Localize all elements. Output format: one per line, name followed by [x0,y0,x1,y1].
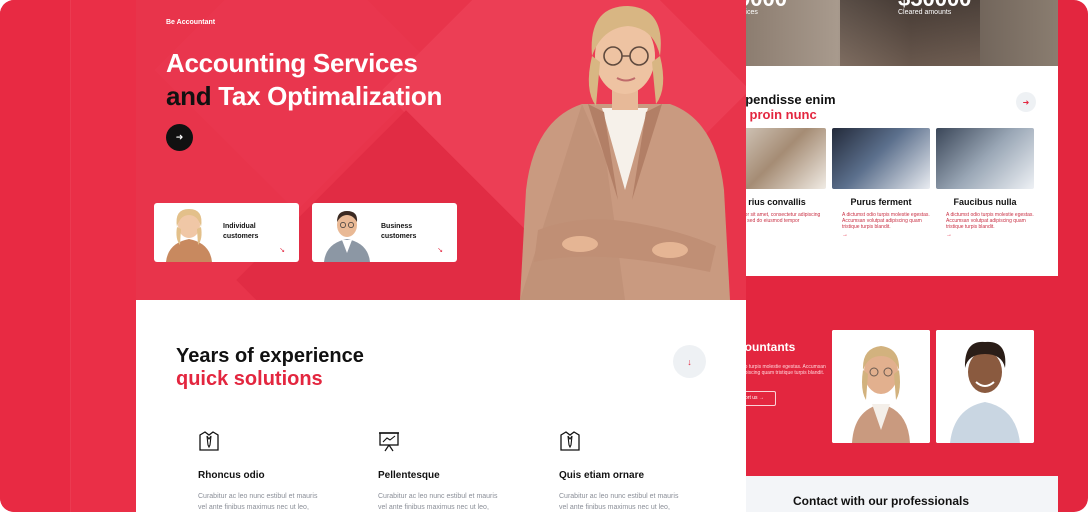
feature-description: Curabitur ac leo nunc estibul et mauris … [378,493,498,511]
feature-item: Pellentesque Curabitur ac leo nunc estib… [378,430,538,512]
accountant-photo [936,330,1034,443]
section-title-accent: d proin nunc [738,107,817,122]
customer-label: Business customers [381,223,417,240]
arrow-down-right-icon: ↘ [437,247,443,254]
accountant-card[interactable] [936,330,1034,443]
feature-description: Curabitur ac leo nunc estibul et mauris … [198,493,318,511]
feature-item: Rhoncus odio Curabitur ac leo nunc estib… [198,430,358,512]
main-page-preview: Be Accountant Accounting Services and Ta… [136,0,746,512]
arrow-right-icon[interactable]: → [936,232,1034,238]
arrow-right-icon[interactable]: → [832,232,930,238]
accountant-card[interactable] [832,330,930,443]
presentation-chart-icon [379,432,399,452]
customer-card-business[interactable]: Business customers ↘ [312,203,457,262]
service-image [832,128,930,189]
experience-heading: Years of experience quick solutions [176,345,364,391]
service-description: A dictumst odio turpis molestie egestas.… [946,212,1034,230]
customer-label: Individual customers [223,223,259,240]
accountant-photo [832,330,930,443]
section-title-text: spendisse enim [738,92,836,107]
customer-card-individual[interactable]: Individual customers ↘ [154,203,299,262]
experience-title: Years of experience [176,345,364,367]
arrow-down-icon: ↓ [687,356,692,367]
shirt-tie-icon [199,431,219,451]
background-stripe [70,0,136,512]
feature-title: Rhoncus odio [198,470,265,481]
headline-line2: Tax Optimalization [211,81,443,111]
stat-cleared-amounts: $50000 Cleared amounts [898,0,971,16]
service-title: Faucibus nulla [953,197,1017,207]
arrow-down-right-icon: ↘ [279,247,285,254]
feature-title: Pellentesque [378,470,440,481]
feature-item: Quis etiam ornare Curabitur ac leo nunc … [559,430,719,512]
service-description: A dictumst odio turpis molestie egestas.… [842,212,930,230]
customer-portrait [318,203,376,262]
arrow-right-icon: ➜ [1022,97,1030,107]
background-stripe [0,0,70,512]
shirt-tie-icon [560,431,580,451]
service-card[interactable]: Faucibus nulla A dictumst odio turpis mo… [936,128,1034,238]
stat-number: $50000 [898,0,971,10]
arrow-right-icon: ➜ [175,132,184,142]
services-section-title: spendisse enim d proin nunc [738,92,836,122]
hero-headline: Accounting Services and Tax Optimalizati… [166,47,442,113]
accountants-title: countants [738,340,796,354]
experience-subtitle: quick solutions [176,368,323,390]
showcase-frame: 9000 voices $50000 Cleared amounts spend… [0,0,1088,512]
button-label: ort us [745,395,758,401]
service-image [936,128,1034,189]
feature-title: Quis etiam ornare [559,470,645,481]
headline-line1: Accounting Services [166,48,418,78]
hero-accountant-photo [520,6,730,300]
service-title: Purus ferment [850,197,912,207]
hero-cta-button[interactable]: ➜ [166,124,193,151]
brand-logo-text[interactable]: Be Accountant [166,19,215,26]
customer-portrait [160,203,218,262]
scroll-down-button[interactable]: ↓ [673,345,706,378]
headline-and: and [166,81,212,111]
contact-title: Contact with our professionals [793,494,970,508]
hero-section: Be Accountant Accounting Services and Ta… [136,0,746,300]
services-more-button[interactable]: ➜ [1016,92,1036,112]
accountants-description: odio turpis molestie egestas. Accumsan a… [738,364,826,376]
feature-description: Curabitur ac leo nunc estibul et mauris … [559,493,679,511]
service-card[interactable]: Purus ferment A dictumst odio turpis mol… [832,128,930,238]
